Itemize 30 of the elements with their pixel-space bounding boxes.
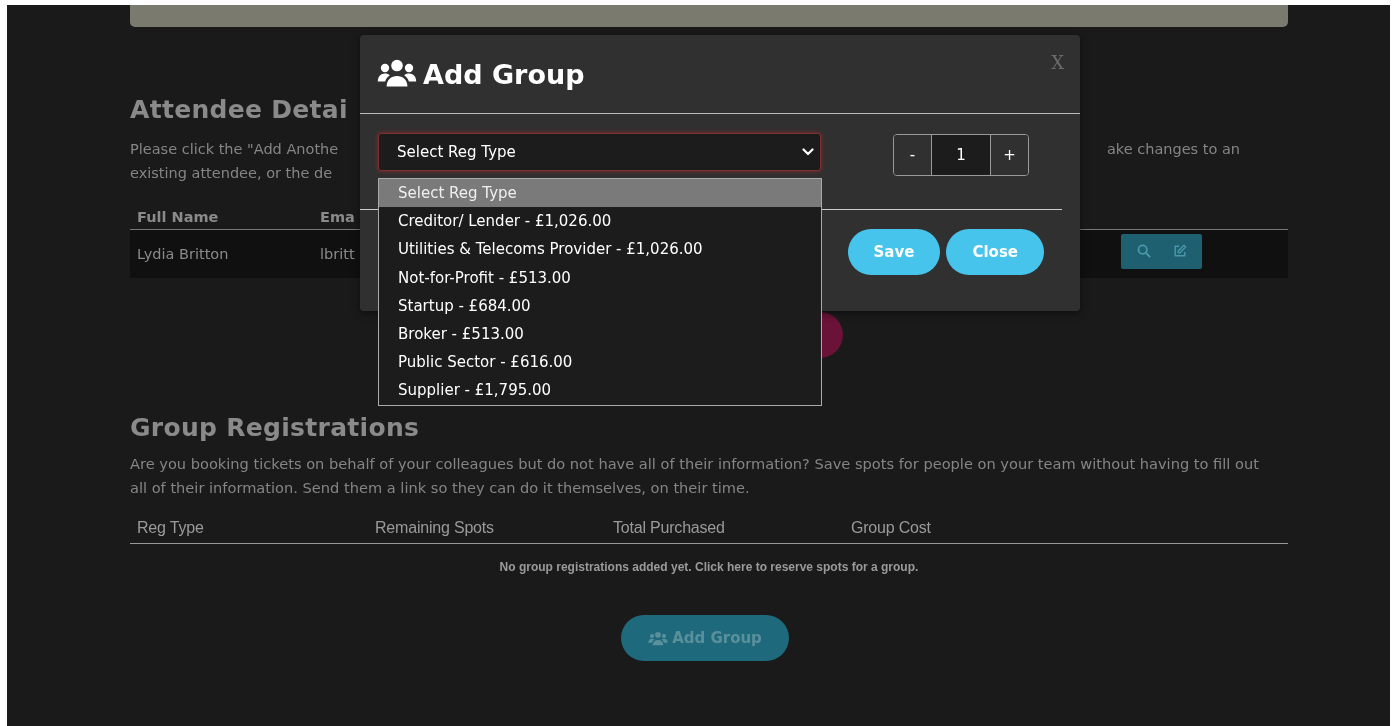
dropdown-option[interactable]: Creditor/ Lender - £1,026.00 bbox=[379, 207, 821, 236]
column-header: Ema bbox=[319, 209, 355, 225]
column-header: Total Purchased bbox=[612, 519, 726, 537]
column-header: Group Cost bbox=[850, 519, 932, 537]
dropdown-option[interactable]: Startup - £684.00 bbox=[379, 291, 821, 320]
table-cell-text: lbritt bbox=[319, 246, 355, 262]
dropdown-option[interactable]: Not-for-Profit - £513.00 bbox=[379, 263, 821, 292]
column-header: Remaining Spots bbox=[374, 519, 495, 537]
column-header: Full Name bbox=[136, 209, 220, 225]
dropdown-option[interactable]: Broker - £513.00 bbox=[379, 319, 821, 349]
section-heading: Group Registrations bbox=[130, 413, 421, 443]
users-icon bbox=[648, 630, 669, 646]
quantity-field[interactable]: 1 bbox=[931, 135, 991, 175]
column-header: Reg Type bbox=[136, 519, 205, 537]
intro-text: Are you booking tickets on behalf of your colleagues but do not have all of their information? Save spots for people on your team without having to fill out all of their information. Send them a link so they can do it themselves, on their time. bbox=[130, 454, 1260, 498]
dropdown-option[interactable]: Supplier - £1,795.00 bbox=[379, 376, 821, 405]
intro-text: ake changes to an bbox=[1106, 140, 1241, 159]
table-cell-text: Lydia Britton bbox=[136, 246, 230, 262]
edit-icon[interactable] bbox=[1172, 244, 1187, 258]
dropdown-option[interactable]: Select Reg Type bbox=[379, 179, 821, 208]
intro-text: Please click the "Add Anothe bbox=[130, 140, 339, 159]
dropdown-option[interactable]: Public Sector - £616.00 bbox=[379, 348, 821, 377]
intro-text: existing attendee, or the de bbox=[130, 164, 333, 183]
dropdown-option[interactable]: Utilities & Telecoms Provider - £1,026.00 bbox=[379, 235, 821, 264]
section-heading: Attendee Detai bbox=[130, 95, 349, 125]
modal-title: Add Group bbox=[423, 58, 585, 90]
empty-message[interactable]: No group registrations added yet. Click here to reserve spots for a group. bbox=[130, 560, 1288, 574]
reg-type-select[interactable]: Select Reg Type bbox=[378, 133, 821, 171]
chevron-down-icon bbox=[802, 148, 814, 156]
search-icon[interactable] bbox=[1136, 244, 1151, 258]
